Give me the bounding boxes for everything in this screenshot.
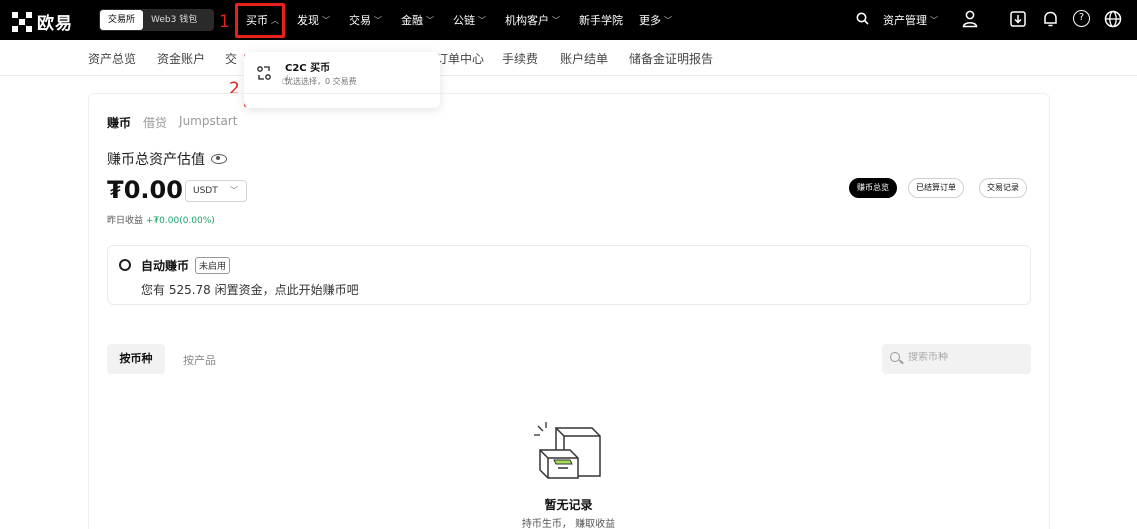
tab-loan[interactable]: 借贷: [143, 114, 167, 131]
nav-label: 资产管理: [883, 14, 927, 27]
tab-by-product[interactable]: 按产品: [183, 352, 216, 368]
estimate-label-text: 赚币总资产估值: [107, 152, 205, 168]
coin-search[interactable]: [882, 344, 1031, 374]
earn-tabs: 赚币 借贷 Jumpstart: [107, 114, 249, 131]
tab-by-coin[interactable]: 按币种: [107, 344, 165, 374]
chevron-down-icon: ﹀: [322, 15, 330, 25]
okx-logo-icon: [12, 11, 32, 32]
auto-earn-description: 您有 525.78 闲置资金，点此开始赚币吧: [141, 283, 359, 297]
bell-icon[interactable]: [1043, 10, 1058, 28]
switch-web3-wallet[interactable]: Web3 钱包: [143, 10, 205, 30]
hand-cursor-icon: ☝: [282, 73, 290, 87]
auto-earn-icon: [119, 259, 131, 271]
nav-discover[interactable]: 发现 ﹀: [297, 12, 330, 28]
subnav-funding-account[interactable]: 资金账户: [157, 50, 205, 67]
auto-earn-banner[interactable]: 自动赚币 未启用 您有 525.78 闲置资金，点此开始赚币吧: [107, 245, 1031, 305]
tab-earn[interactable]: 赚币: [107, 114, 131, 131]
yesterday-earnings: 昨日收益 +₮0.00(0.00%): [107, 213, 215, 226]
subnav-fees[interactable]: 手续费: [502, 50, 538, 67]
annotation-box-buy-crypto: [235, 3, 285, 38]
help-icon[interactable]: ?: [1073, 10, 1090, 27]
dropdown-item-c2c[interactable]: C2C 买币: [285, 59, 330, 74]
globe-icon[interactable]: [1104, 10, 1122, 28]
chevron-down-icon: ﹀: [478, 15, 486, 25]
chevron-down-icon: ﹀: [230, 186, 238, 195]
nav-label: 公链: [453, 14, 475, 27]
nav-academy[interactable]: 新手学院: [579, 12, 623, 28]
top-navbar: 欧易 交易所 Web3 钱包 买币 ︿ 发现 ﹀ 交易 ﹀ 金融 ﹀ 公链 ﹀ 机构客户 ﹀…: [0, 0, 1137, 40]
subnav-proof-of-reserves[interactable]: 储备金证明报告: [629, 50, 713, 67]
empty-state-subtitle: 持币生币， 赚取收益: [521, 519, 616, 529]
nav-more[interactable]: 更多 ﹀: [639, 12, 672, 28]
logo[interactable]: 欧易: [12, 9, 73, 34]
status-badge: 未启用: [195, 257, 231, 274]
nav-label: 新手学院: [579, 14, 623, 27]
yesterday-value: +₮0.00(0.00%): [145, 216, 215, 226]
estimate-label: 赚币总资产估值: [107, 149, 227, 169]
transaction-history-button[interactable]: 交易记录: [979, 178, 1027, 198]
asset-subnav: 资产总览 资金账户 交 订单中心 手续费 账户结单 储备金证明报告: [0, 40, 1137, 76]
annotation-number-1: 1: [219, 12, 230, 32]
earn-overview-button[interactable]: 赚币总览: [849, 178, 897, 198]
tab-jumpstart[interactable]: Jumpstart: [179, 114, 237, 131]
nav-public-chain[interactable]: 公链 ﹀: [453, 12, 486, 28]
subnav-order-center[interactable]: 订单中心: [436, 50, 484, 67]
yesterday-label: 昨日收益: [107, 216, 144, 226]
chevron-down-icon: ﹀: [426, 15, 434, 25]
chevron-down-icon: ﹀: [374, 15, 382, 25]
search-icon[interactable]: [856, 12, 869, 25]
download-icon[interactable]: [1010, 10, 1026, 28]
dropdown-item-c2c-desc: 优选选择，0 交易费: [285, 77, 357, 86]
chevron-down-icon: ﹀: [552, 15, 560, 25]
eye-icon[interactable]: [211, 154, 227, 164]
nav-institutional[interactable]: 机构客户 ﹀: [505, 12, 560, 28]
exchange-wallet-switch[interactable]: 交易所 Web3 钱包: [99, 9, 214, 31]
nav-label: 交易: [349, 14, 371, 27]
subnav-trading-account[interactable]: 交: [225, 50, 237, 67]
chevron-down-icon: ﹀: [664, 15, 672, 25]
currency-select[interactable]: USDT ﹀: [185, 180, 247, 202]
nav-finance[interactable]: 金融 ﹀: [401, 12, 434, 28]
nav-asset-management[interactable]: 资产管理 ﹀: [883, 12, 938, 28]
currency-value: USDT: [193, 186, 218, 196]
auto-earn-title: 自动赚币: [141, 259, 190, 273]
c2c-icon: [256, 65, 272, 81]
nav-label: 机构客户: [505, 14, 549, 27]
subnav-asset-overview[interactable]: 资产总览: [88, 50, 136, 67]
empty-state-title: 暂无记录: [544, 498, 593, 512]
search-input[interactable]: [908, 352, 1023, 363]
empty-drawer-icon: [532, 420, 604, 482]
subnav-account-statement[interactable]: 账户结单: [560, 50, 608, 67]
logo-text: 欧易: [37, 14, 73, 34]
nav-trade[interactable]: 交易 ﹀: [349, 12, 382, 28]
nav-label: 发现: [297, 14, 319, 27]
user-icon[interactable]: [962, 10, 978, 28]
switch-exchange[interactable]: 交易所: [100, 10, 144, 30]
nav-label: 更多: [639, 14, 661, 27]
search-icon: [890, 352, 900, 362]
total-balance: ₮0.00: [107, 176, 183, 204]
chevron-down-icon: ﹀: [930, 15, 938, 25]
nav-label: 金融: [401, 14, 423, 27]
settled-orders-button[interactable]: 已结算订单: [908, 178, 964, 198]
